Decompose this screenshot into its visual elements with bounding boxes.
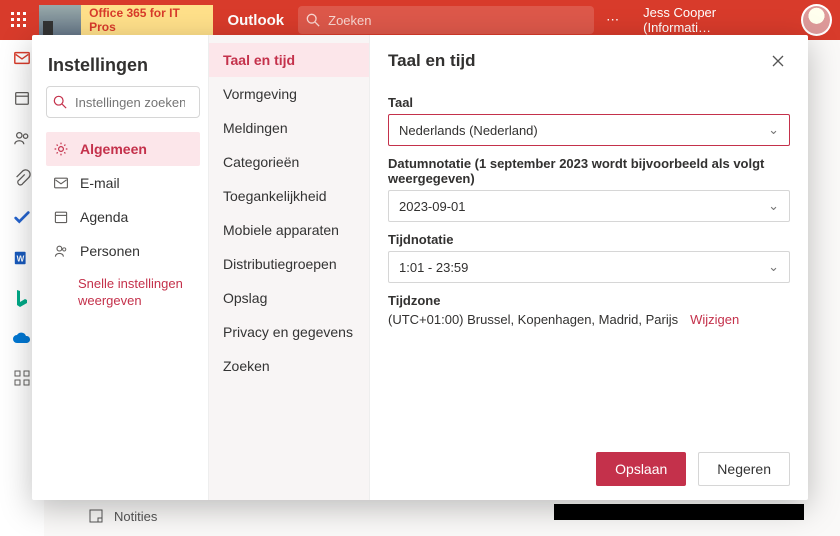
sub-mobile[interactable]: Mobiele apparaten (209, 213, 369, 247)
gear-icon (52, 141, 70, 157)
app-launcher-button[interactable] (0, 0, 39, 40)
people-icon (52, 243, 70, 259)
sub-language-time[interactable]: Taal en tijd (209, 43, 369, 77)
chevron-down-icon: ⌄ (768, 259, 779, 275)
global-search[interactable] (298, 6, 594, 34)
sub-accessibility[interactable]: Toegankelijkheid (209, 179, 369, 213)
category-label: Agenda (80, 209, 128, 225)
mail-icon (52, 175, 70, 191)
dateformat-value: 2023-09-01 (399, 199, 466, 214)
category-calendar[interactable]: Agenda (46, 200, 200, 234)
settings-dialog: Instellingen Algemeen E-mail Agenda Pers… (32, 35, 808, 500)
quick-settings-link[interactable]: Snelle instellingen weergeven (78, 276, 200, 310)
search-icon (306, 13, 320, 27)
timeformat-label: Tijdnotatie (388, 232, 790, 247)
tenant-logo (39, 5, 81, 35)
settings-search-input[interactable] (73, 94, 187, 111)
tenant-label: Office 365 for IT Pros (81, 5, 213, 35)
dateformat-select[interactable]: 2023-09-01 ⌄ (388, 190, 790, 222)
sub-categories[interactable]: Categorieën (209, 145, 369, 179)
preview-placeholder (554, 504, 804, 520)
calendar-icon (52, 209, 70, 225)
global-search-input[interactable] (326, 12, 506, 29)
timezone-value: (UTC+01:00) Brussel, Kopenhagen, Madrid,… (388, 312, 678, 327)
category-email[interactable]: E-mail (46, 166, 200, 200)
dateformat-label: Datumnotatie (1 september 2023 wordt bij… (388, 156, 790, 186)
timeformat-value: 1:01 - 23:59 (399, 260, 468, 275)
sub-distribution[interactable]: Distributiegroepen (209, 247, 369, 281)
timezone-label: Tijdzone (388, 293, 790, 308)
user-avatar[interactable] (801, 4, 832, 36)
note-icon (88, 508, 104, 524)
timeformat-select[interactable]: 1:01 - 23:59 ⌄ (388, 251, 790, 283)
more-actions-button[interactable]: ⋯ (594, 12, 633, 28)
sub-appearance[interactable]: Vormgeving (209, 77, 369, 111)
notes-folder[interactable]: Notities (88, 508, 157, 524)
sub-storage[interactable]: Opslag (209, 281, 369, 315)
user-name-label: Jess Cooper (Informati… (633, 5, 793, 35)
language-label: Taal (388, 95, 790, 110)
sub-privacy[interactable]: Privacy en gegevens (209, 315, 369, 349)
chevron-down-icon: ⌄ (768, 198, 779, 214)
close-button[interactable] (766, 49, 790, 73)
timezone-change-link[interactable]: Wijzigen (690, 312, 739, 327)
language-select[interactable]: Nederlands (Nederland) ⌄ (388, 114, 790, 146)
language-value: Nederlands (Nederland) (399, 123, 538, 138)
panel-title: Taal en tijd (388, 51, 766, 71)
category-label: Personen (80, 243, 140, 259)
category-general[interactable]: Algemeen (46, 132, 200, 166)
svg-text:W: W (17, 255, 25, 264)
notes-label: Notities (114, 509, 157, 524)
close-icon (772, 55, 784, 67)
sub-search[interactable]: Zoeken (209, 349, 369, 383)
save-button[interactable]: Opslaan (596, 452, 686, 486)
category-label: E-mail (80, 175, 120, 191)
category-label: Algemeen (80, 141, 147, 157)
discard-button[interactable]: Negeren (698, 452, 790, 486)
chevron-down-icon: ⌄ (768, 122, 779, 138)
settings-title: Instellingen (48, 55, 198, 76)
sub-notifications[interactable]: Meldingen (209, 111, 369, 145)
search-icon (53, 95, 67, 109)
tenant-badge[interactable]: Office 365 for IT Pros (39, 5, 214, 35)
settings-search[interactable] (46, 86, 200, 118)
category-people[interactable]: Personen (46, 234, 200, 268)
app-name: Outlook (227, 12, 284, 29)
